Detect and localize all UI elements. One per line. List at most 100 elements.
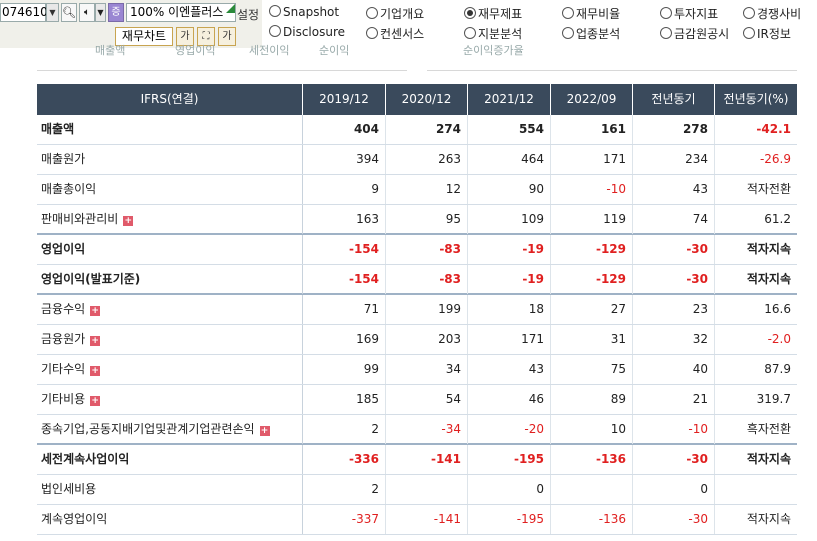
legend-pretax-income: 세전이익: [249, 44, 290, 57]
table-cell: 554: [468, 115, 551, 144]
table-cell: 23: [633, 295, 715, 324]
header-col-2020: 2020/12: [386, 84, 468, 115]
expand-plus-icon[interactable]: +: [259, 426, 270, 436]
row-label-text: 매출원가: [41, 152, 86, 166]
table-cell: 흑자전환: [746, 422, 791, 436]
top-toolbar: 074610 ▼ 🔍︎ 🔈︎ ▼ 증 100% 이엔플러스 설정 재무차트 가 …: [0, 0, 817, 48]
table-cell: 163: [303, 205, 386, 234]
header-col-2021: 2021/12: [468, 84, 551, 115]
table-cell: 21: [633, 385, 715, 414]
row-label-text: 기타수익: [41, 362, 86, 376]
header-col-prev-period-pct: 전년동기(%): [715, 84, 797, 115]
radio-competitor-compare[interactable]: 경쟁사비: [743, 5, 801, 22]
expand-plus-icon[interactable]: +: [90, 396, 101, 406]
table-cell: -30: [633, 235, 715, 264]
table-cell: 89: [551, 385, 633, 414]
table-cell: -141: [386, 445, 468, 474]
radio-disclosure[interactable]: Disclosure: [269, 25, 345, 39]
row-label-text: 금융수익: [41, 302, 86, 316]
stock-code-input[interactable]: 074610: [0, 3, 48, 22]
stock-code-dropdown-icon[interactable]: ▼: [46, 3, 59, 22]
radio-dot-icon: [366, 27, 378, 39]
radio-consensus[interactable]: 컨센서스: [366, 25, 424, 42]
radio-dot-icon: [269, 25, 281, 37]
table-cell: [551, 475, 633, 504]
table-row: 매출총이익 9 12 90 -10 43 적자전환: [37, 175, 797, 205]
table-cell: 171: [468, 325, 551, 354]
table-cell: 10: [551, 415, 633, 444]
row-label-text: 종속기업,공동지배기업및관계기업관련손익: [41, 422, 255, 436]
table-cell: 185: [303, 385, 386, 414]
table-cell: 74: [633, 205, 715, 234]
table-cell: -30: [633, 265, 715, 294]
table-cell: 278: [633, 115, 715, 144]
radio-dot-icon: [660, 7, 672, 19]
table-row: 기타수익 +99 34 43 75 40 87.9: [37, 355, 797, 385]
search-icon[interactable]: 🔍︎: [61, 3, 77, 22]
radio-dot-selected-icon: [464, 7, 476, 19]
table-cell: -30: [633, 445, 715, 474]
radio-dot-icon: [464, 27, 476, 39]
table-cell: 9: [303, 175, 386, 204]
table-cell: -129: [551, 235, 633, 264]
row-label-text: 매출액: [41, 122, 75, 136]
radio-financial-statements[interactable]: 재무제표: [464, 5, 522, 22]
table-row: 금융수익 +71 199 18 27 23 16.6: [37, 295, 797, 325]
radio-financial-ratios[interactable]: 재무비율: [562, 5, 620, 22]
row-label[interactable]: 기타수익 +: [37, 355, 303, 384]
table-cell: 394: [303, 145, 386, 174]
speaker-icon[interactable]: 🔈︎: [79, 3, 95, 22]
company-name-box[interactable]: 100% 이엔플러스: [126, 3, 236, 22]
row-label[interactable]: 종속기업,공동지배기업및관계기업관련손익 +: [37, 415, 303, 444]
legend-net-income-growth: 순이익증가율: [463, 44, 524, 57]
table-cell: 적자지속: [746, 452, 791, 466]
legend-box-left: 매출액 영업이익 세전이익 순이익: [37, 44, 407, 71]
table-cell: -141: [386, 505, 468, 534]
radio-fss-disclosure[interactable]: 금감원공시: [660, 25, 729, 42]
table-cell: 169: [303, 325, 386, 354]
table-cell: 75: [551, 355, 633, 384]
speaker-dropdown-icon[interactable]: ▼: [95, 3, 106, 22]
row-label: 매출총이익: [37, 175, 303, 204]
radio-ownership-analysis[interactable]: 지분분석: [464, 25, 522, 42]
table-cell: -30: [633, 505, 715, 534]
table-cell: -136: [551, 505, 633, 534]
radio-dot-icon: [562, 27, 574, 39]
radio-company-overview[interactable]: 기업개요: [366, 5, 424, 22]
row-label[interactable]: 판매비와관리비 +: [37, 205, 303, 234]
row-label[interactable]: 금융수익 +: [37, 295, 303, 324]
font-size-down-button[interactable]: 가: [218, 27, 236, 46]
row-label-text: 법인세비용: [41, 482, 97, 496]
radio-snapshot[interactable]: Snapshot: [269, 5, 339, 19]
table-cell: 404: [303, 115, 386, 144]
table-cell: 95: [386, 205, 468, 234]
radio-dot-icon: [366, 7, 378, 19]
table-row: 영업이익 -154 -83 -19 -129 -30 적자지속: [37, 235, 797, 265]
table-cell: -19: [468, 235, 551, 264]
table-cell: 199: [386, 295, 468, 324]
company-name: 이엔플러스: [168, 5, 224, 19]
radio-ir-info[interactable]: IR정보: [743, 25, 791, 42]
expand-plus-icon[interactable]: +: [90, 366, 101, 376]
finance-icon[interactable]: 증: [108, 3, 124, 22]
table-cell: -42.1: [756, 122, 791, 136]
radio-investment-indicators[interactable]: 투자지표: [660, 5, 718, 22]
expand-plus-icon[interactable]: +: [90, 306, 101, 316]
row-label[interactable]: 기타비용 +: [37, 385, 303, 414]
expand-plus-icon[interactable]: +: [123, 216, 134, 226]
table-row: 매출원가 394 263 464 171 234 -26.9: [37, 145, 797, 175]
table-cell: 54: [386, 385, 468, 414]
table-cell: 2: [303, 475, 386, 504]
radio-industry-analysis[interactable]: 업종분석: [562, 25, 620, 42]
table-cell: 0: [468, 475, 551, 504]
row-label: 계속영업이익: [37, 505, 303, 534]
table-row: 법인세비용 2 0 0: [37, 475, 797, 505]
expand-plus-icon[interactable]: +: [90, 336, 101, 346]
settings-label[interactable]: 설정: [237, 6, 259, 23]
row-label: 영업이익(발표기준): [37, 265, 303, 294]
row-label[interactable]: 금융원가 +: [37, 325, 303, 354]
table-cell: 31: [551, 325, 633, 354]
row-label: 매출액: [37, 115, 303, 144]
toolbar-left: 074610 ▼ 🔍︎ 🔈︎ ▼ 증 100% 이엔플러스 설정 재무차트 가 …: [0, 0, 262, 48]
table-cell: 46: [468, 385, 551, 414]
